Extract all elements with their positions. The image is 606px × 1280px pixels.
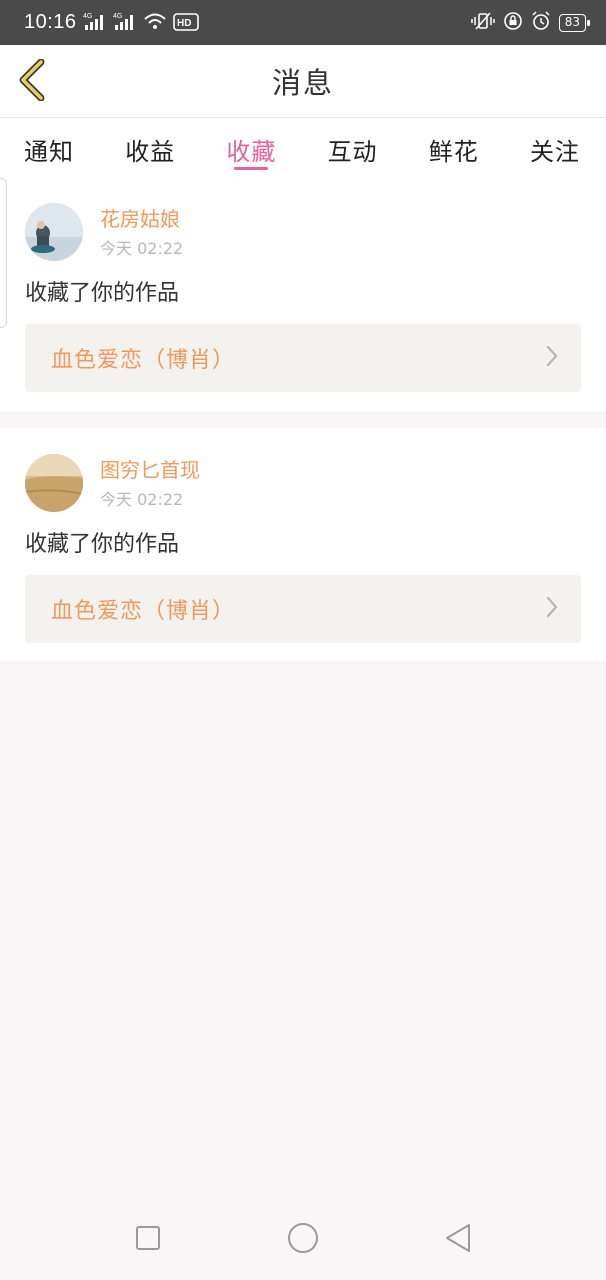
back-nav-button[interactable] xyxy=(433,1215,483,1265)
header: 消息 xyxy=(0,45,606,118)
tab-follows[interactable]: 关注 xyxy=(530,118,580,180)
message-time: 今天 02:22 xyxy=(100,238,184,258)
user-meta: 花房姑娘 今天 02:22 xyxy=(100,206,183,259)
hd-icon: HD xyxy=(172,11,199,35)
signal-icon: 4G xyxy=(113,11,137,35)
back-button[interactable] xyxy=(14,58,50,105)
user-name[interactable]: 图穷匕首现 xyxy=(100,457,200,483)
tab-favorites[interactable]: 收藏 xyxy=(226,118,276,180)
lock-rotation-icon xyxy=(503,11,523,35)
triangle-back-icon xyxy=(444,1223,472,1257)
work-title: 血色爱恋（博肖） xyxy=(51,599,236,624)
chevron-left-icon xyxy=(17,58,47,105)
avatar[interactable] xyxy=(25,203,83,261)
svg-text:4G: 4G xyxy=(113,13,122,20)
work-title: 血色爱恋（博肖） xyxy=(51,348,236,373)
recent-apps-button[interactable] xyxy=(123,1215,173,1265)
list-item: 花房姑娘 今天 02:22 收藏了你的作品 血色爱恋（博肖） xyxy=(0,180,606,411)
status-icons-left: 4G 4G HD xyxy=(83,11,199,35)
home-button[interactable] xyxy=(278,1215,328,1265)
message-header: 图穷匕首现 今天 02:22 xyxy=(25,453,581,513)
page-title: 消息 xyxy=(271,66,334,100)
battery-icon: 83 xyxy=(558,13,591,32)
square-icon xyxy=(135,1225,161,1255)
svg-text:4G: 4G xyxy=(83,13,92,20)
side-drawer-handle[interactable] xyxy=(0,178,7,328)
avatar[interactable] xyxy=(25,454,83,512)
tab-earnings[interactable]: 收益 xyxy=(125,118,175,180)
work-link[interactable]: 血色爱恋（博肖） xyxy=(25,575,581,643)
message-header: 花房姑娘 今天 02:22 xyxy=(25,202,581,262)
tab-notifications[interactable]: 通知 xyxy=(24,118,74,180)
user-meta: 图穷匕首现 今天 02:22 xyxy=(100,457,200,510)
action-text: 收藏了你的作品 xyxy=(25,532,180,557)
svg-text:HD: HD xyxy=(177,18,191,29)
action-text: 收藏了你的作品 xyxy=(25,281,180,306)
tab-bar: 通知 收益 收藏 互动 鲜花 关注 xyxy=(0,118,606,180)
chevron-right-icon xyxy=(545,345,559,371)
list-item: 图穷匕首现 今天 02:22 收藏了你的作品 血色爱恋（博肖） xyxy=(0,428,606,661)
user-name[interactable]: 花房姑娘 xyxy=(100,206,183,232)
alarm-icon xyxy=(531,10,551,35)
tab-interactions[interactable]: 互动 xyxy=(328,118,378,180)
status-time: 10:16 xyxy=(24,11,77,33)
vibrate-icon xyxy=(470,11,495,35)
tab-flowers[interactable]: 鲜花 xyxy=(429,118,479,180)
work-link[interactable]: 血色爱恋（博肖） xyxy=(25,324,581,392)
status-right: 83 xyxy=(470,10,591,35)
circle-icon xyxy=(287,1222,319,1258)
system-nav-bar xyxy=(0,1200,606,1280)
signal-icon: 4G xyxy=(83,11,107,35)
message-list: 花房姑娘 今天 02:22 收藏了你的作品 血色爱恋（博肖） 图穷匕首现 今天 … xyxy=(0,180,606,661)
chevron-right-icon xyxy=(545,596,559,622)
status-left: 10:16 4G 4G HD xyxy=(24,11,199,35)
status-bar: 10:16 4G 4G HD 83 xyxy=(0,0,606,45)
wifi-icon xyxy=(143,11,167,35)
message-time: 今天 02:22 xyxy=(100,489,184,509)
